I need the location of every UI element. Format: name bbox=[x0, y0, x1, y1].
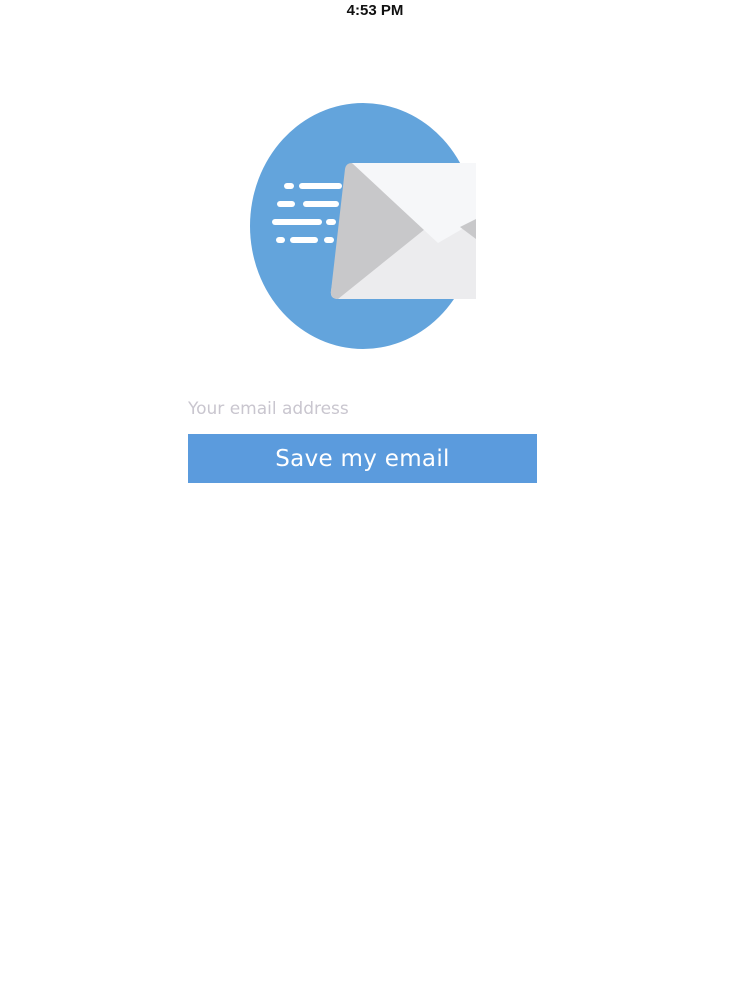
email-input[interactable] bbox=[188, 392, 537, 426]
status-bar: 4:53 PM bbox=[0, 0, 750, 24]
status-time: 4:53 PM bbox=[346, 2, 404, 19]
hero-illustration bbox=[250, 103, 476, 349]
envelope-icon bbox=[250, 103, 476, 349]
save-email-button[interactable]: Save my email bbox=[188, 434, 537, 483]
envelope-shape bbox=[330, 163, 476, 299]
